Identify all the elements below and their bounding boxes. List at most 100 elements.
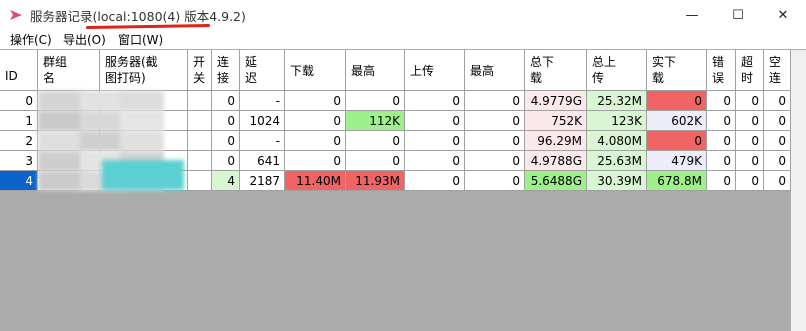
cell-switch[interactable] xyxy=(188,91,212,111)
cell-real-download[interactable]: 678.8M xyxy=(647,171,707,191)
cell-upload[interactable]: 0 xyxy=(405,151,465,171)
redacted-block xyxy=(38,131,84,151)
cell-total-upload[interactable]: 30.39M xyxy=(587,171,647,191)
column-header-upload[interactable]: 上传 xyxy=(405,50,465,91)
cell-connections[interactable]: 0 xyxy=(212,91,240,111)
cell-upload[interactable]: 0 xyxy=(405,131,465,151)
cell-timeouts[interactable]: 0 xyxy=(736,111,764,131)
column-header-errors[interactable]: 错误 xyxy=(707,50,736,91)
column-header-switch[interactable]: 开关 xyxy=(188,50,212,91)
cell-total-upload[interactable]: 4.080M xyxy=(587,131,647,151)
cell-total-download[interactable]: 96.29M xyxy=(525,131,587,151)
cell-total-upload[interactable]: 25.63M xyxy=(587,151,647,171)
cell-connections[interactable]: 0 xyxy=(212,131,240,151)
cell-id[interactable]: 3 xyxy=(0,151,38,171)
cell-latency[interactable]: - xyxy=(240,131,285,151)
cell-latency[interactable]: 2187 xyxy=(240,171,285,191)
cell-idle[interactable]: 0 xyxy=(764,111,791,131)
column-header-group-name[interactable]: 群组名 xyxy=(38,50,100,91)
column-header-id[interactable]: ID xyxy=(0,50,38,91)
cell-id[interactable]: 4 xyxy=(0,171,38,191)
cell-upload[interactable]: 0 xyxy=(405,91,465,111)
redacted-block xyxy=(38,91,84,111)
cell-latency[interactable]: 641 xyxy=(240,151,285,171)
cell-total-download[interactable]: 5.6488G xyxy=(525,171,587,191)
column-header-total-upload[interactable]: 总上传 xyxy=(587,50,647,91)
column-header-upload-max[interactable]: 最高 xyxy=(465,50,525,91)
cell-download[interactable]: 11.40M xyxy=(285,171,346,191)
app-icon xyxy=(10,10,22,20)
cell-id[interactable]: 0 xyxy=(0,91,38,111)
cell-errors[interactable]: 0 xyxy=(707,171,736,191)
redacted-block xyxy=(120,91,164,111)
cell-download-max[interactable]: 0 xyxy=(346,151,405,171)
minimize-button[interactable]: — xyxy=(669,0,715,30)
cell-timeouts[interactable]: 0 xyxy=(736,151,764,171)
cell-download-max[interactable]: 0 xyxy=(346,91,405,111)
cell-upload-max[interactable]: 0 xyxy=(465,171,525,191)
cell-errors[interactable]: 0 xyxy=(707,111,736,131)
vertical-scrollbar[interactable] xyxy=(791,50,806,331)
cell-switch[interactable] xyxy=(188,171,212,191)
cell-upload[interactable]: 0 xyxy=(405,111,465,131)
column-header-download-max[interactable]: 最高 xyxy=(346,50,405,91)
cell-latency[interactable]: - xyxy=(240,91,285,111)
cell-id[interactable]: 1 xyxy=(0,111,38,131)
cell-upload-max[interactable]: 0 xyxy=(465,91,525,111)
cell-errors[interactable]: 0 xyxy=(707,151,736,171)
column-header-total-download[interactable]: 总下载 xyxy=(525,50,587,91)
column-header-timeouts[interactable]: 超时 xyxy=(736,50,764,91)
cell-download-max[interactable]: 0 xyxy=(346,131,405,151)
cell-upload-max[interactable]: 0 xyxy=(465,131,525,151)
column-header-download[interactable]: 下载 xyxy=(285,50,346,91)
cell-idle[interactable]: 0 xyxy=(764,131,791,151)
cell-download[interactable]: 0 xyxy=(285,151,346,171)
cell-total-upload[interactable]: 123K xyxy=(587,111,647,131)
cell-download-max[interactable]: 112K xyxy=(346,111,405,131)
cell-switch[interactable] xyxy=(188,151,212,171)
cell-timeouts[interactable]: 0 xyxy=(736,171,764,191)
column-header-latency[interactable]: 延迟 xyxy=(240,50,285,91)
cell-id[interactable]: 2 xyxy=(0,131,38,151)
cell-connections[interactable]: 0 xyxy=(212,111,240,131)
close-button[interactable]: ✕ xyxy=(760,0,806,30)
cell-download[interactable]: 0 xyxy=(285,111,346,131)
menu-window[interactable]: 窗口(W) xyxy=(118,31,163,48)
cell-connections[interactable]: 4 xyxy=(212,171,240,191)
cell-download[interactable]: 0 xyxy=(285,131,346,151)
cell-idle[interactable]: 0 xyxy=(764,91,791,111)
cell-errors[interactable]: 0 xyxy=(707,91,736,111)
cell-real-download[interactable]: 0 xyxy=(647,131,707,151)
cell-idle[interactable]: 0 xyxy=(764,171,791,191)
redacted-block-teal xyxy=(102,160,184,190)
cell-real-download[interactable]: 479K xyxy=(647,151,707,171)
cell-total-download[interactable]: 752K xyxy=(525,111,587,131)
cell-real-download[interactable]: 602K xyxy=(647,111,707,131)
menu-export[interactable]: 导出(O) xyxy=(63,31,106,48)
cell-errors[interactable]: 0 xyxy=(707,131,736,151)
column-header-real-download[interactable]: 实下载 xyxy=(647,50,707,91)
cell-timeouts[interactable]: 0 xyxy=(736,131,764,151)
cell-download[interactable]: 0 xyxy=(285,91,346,111)
cell-upload[interactable]: 0 xyxy=(405,171,465,191)
cell-upload-max[interactable]: 0 xyxy=(465,151,525,171)
cell-real-download[interactable]: 0 xyxy=(647,91,707,111)
cell-switch[interactable] xyxy=(188,111,212,131)
menu-bar: 操作(C) 导出(O) 窗口(W) xyxy=(0,30,806,49)
cell-idle[interactable]: 0 xyxy=(764,151,791,171)
cell-total-download[interactable]: 4.9779G xyxy=(525,91,587,111)
cell-download-max[interactable]: 11.93M xyxy=(346,171,405,191)
redacted-block xyxy=(120,111,164,131)
cell-connections[interactable]: 0 xyxy=(212,151,240,171)
cell-timeouts[interactable]: 0 xyxy=(736,91,764,111)
menu-operate[interactable]: 操作(C) xyxy=(10,31,52,48)
cell-upload-max[interactable]: 0 xyxy=(465,111,525,131)
cell-total-upload[interactable]: 25.32M xyxy=(587,91,647,111)
column-header-connections[interactable]: 连接 xyxy=(212,50,240,91)
column-header-server[interactable]: 服务器(截 图打码) xyxy=(100,50,188,91)
cell-total-download[interactable]: 4.9788G xyxy=(525,151,587,171)
cell-latency[interactable]: 1024 xyxy=(240,111,285,131)
maximize-button[interactable]: ☐ xyxy=(715,0,761,30)
cell-switch[interactable] xyxy=(188,131,212,151)
column-header-idle[interactable]: 空连 xyxy=(764,50,791,91)
